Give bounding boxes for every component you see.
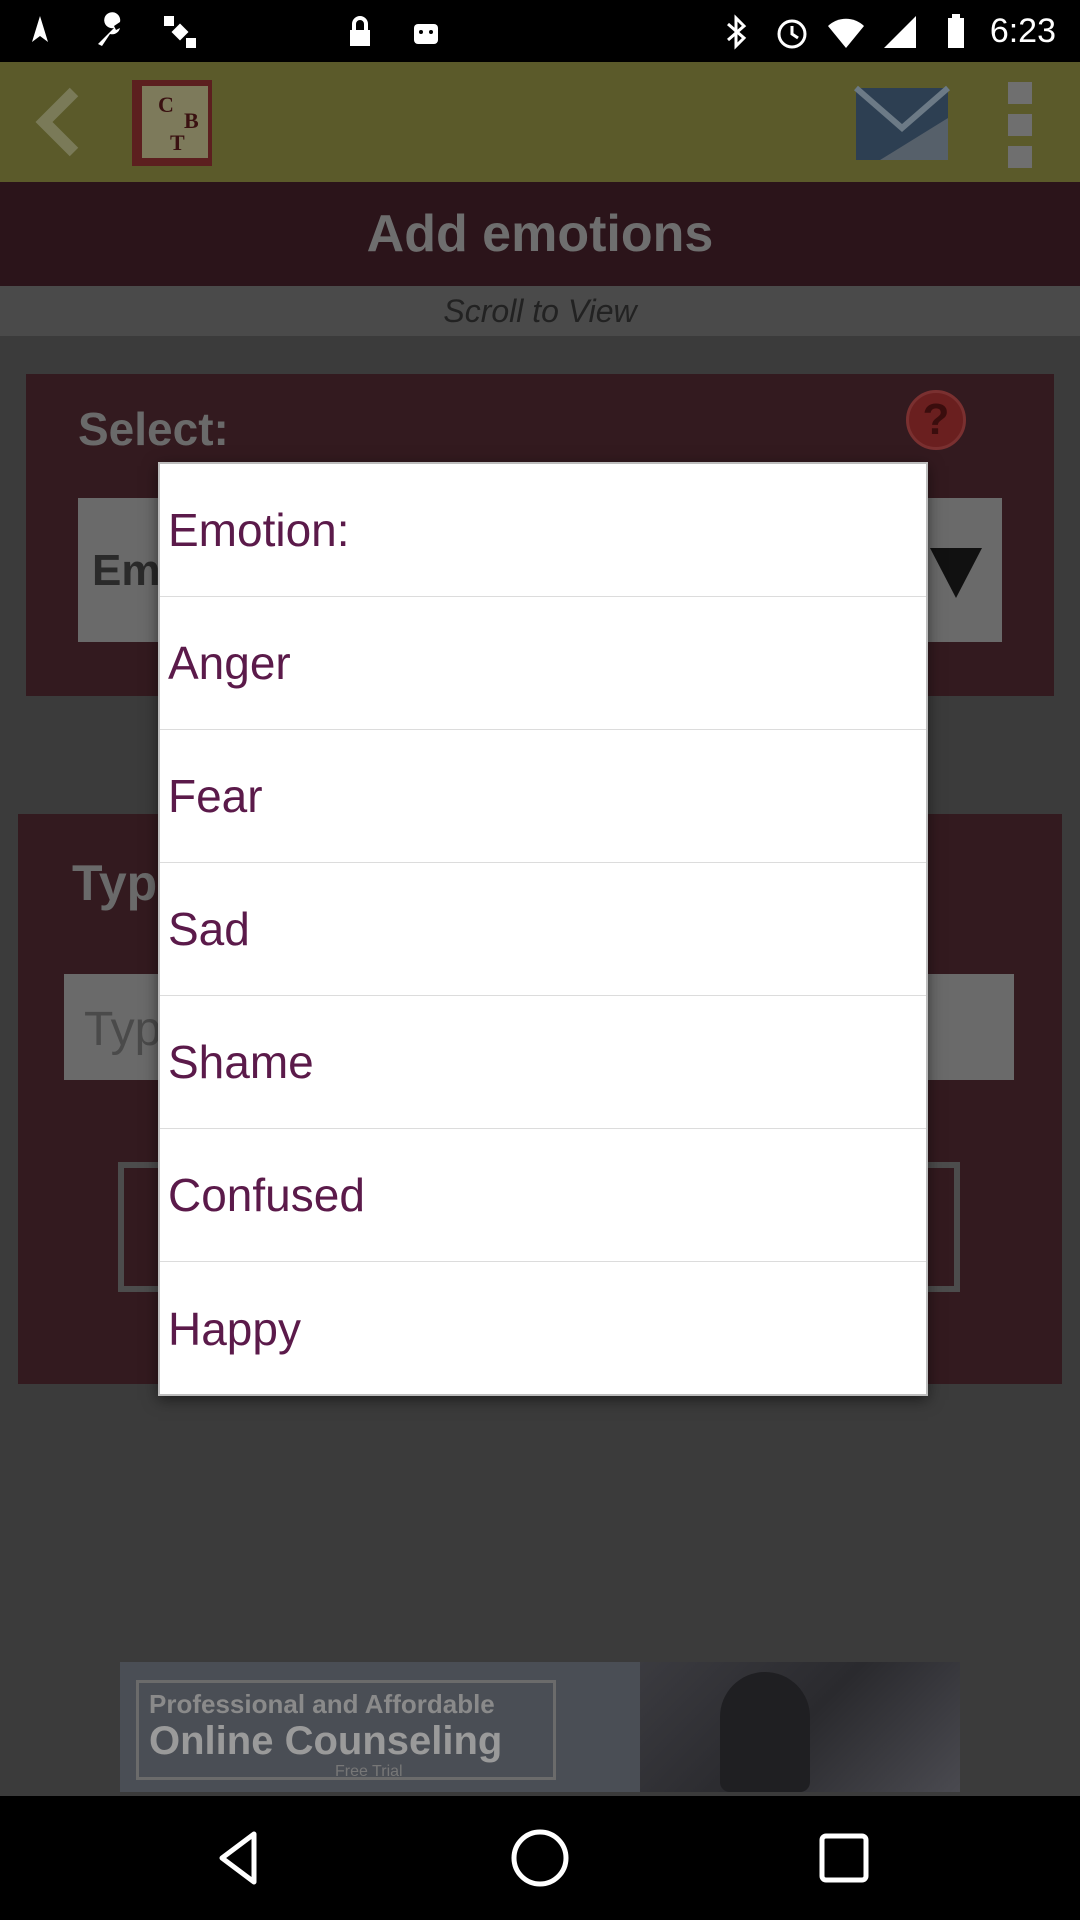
dialog-item-anger[interactable]: Anger bbox=[160, 597, 926, 730]
dialog-item-label: Fear bbox=[168, 770, 263, 822]
scroll-hint-band: Scroll to View bbox=[0, 286, 1080, 336]
type-input-placeholder: Typ bbox=[84, 1003, 162, 1056]
dialog-item-happy[interactable]: Happy bbox=[160, 1262, 926, 1395]
ad-person-image bbox=[720, 1672, 810, 1792]
wifi-icon bbox=[826, 12, 866, 52]
dialog-item-emotion[interactable]: Emotion: bbox=[160, 464, 926, 597]
help-icon[interactable]: ? bbox=[906, 390, 966, 450]
status-bar: 6:23 bbox=[0, 0, 1080, 62]
wrench-icon bbox=[90, 12, 130, 52]
ad-line1: Professional and Affordable bbox=[149, 1689, 495, 1719]
ad-text-box: Professional and Affordable Online Couns… bbox=[136, 1680, 556, 1780]
fake-gps-icon bbox=[20, 12, 60, 52]
svg-text:T: T bbox=[170, 130, 185, 155]
page-title: Add emotions bbox=[366, 205, 714, 263]
back-arrow-icon[interactable] bbox=[30, 82, 90, 162]
dialog-item-label: Anger bbox=[168, 637, 291, 689]
dialog-item-label: Emotion: bbox=[168, 504, 350, 556]
lock-icon bbox=[340, 12, 380, 52]
signal-icon bbox=[880, 12, 920, 52]
ad-line3: Free Trial bbox=[335, 1763, 403, 1780]
dropdown-arrow-icon bbox=[930, 548, 982, 598]
dialog-item-label: Happy bbox=[168, 1302, 301, 1355]
scroll-hint: Scroll to View bbox=[443, 292, 637, 329]
battery-icon bbox=[936, 12, 976, 52]
satellite-icon bbox=[160, 12, 200, 52]
type-label: Typ bbox=[72, 855, 158, 911]
ad-banner[interactable]: Professional and Affordable Online Couns… bbox=[120, 1662, 960, 1792]
svg-text:C: C bbox=[158, 92, 174, 117]
select-label: Select: bbox=[78, 403, 229, 455]
bluetooth-icon bbox=[716, 12, 756, 52]
dialog-item-label: Sad bbox=[168, 903, 250, 955]
action-bar: C B T bbox=[0, 62, 1080, 182]
svg-text:B: B bbox=[184, 108, 199, 133]
dialog-item-confused[interactable]: Confused bbox=[160, 1129, 926, 1262]
dialog-item-shame[interactable]: Shame bbox=[160, 996, 926, 1129]
android-icon bbox=[406, 12, 446, 52]
nav-back-icon[interactable] bbox=[200, 1818, 280, 1898]
nav-home-icon[interactable] bbox=[500, 1818, 580, 1898]
dialog-item-sad[interactable]: Sad bbox=[160, 863, 926, 996]
nav-recents-icon[interactable] bbox=[804, 1818, 884, 1898]
dialog-item-label: Confused bbox=[168, 1169, 365, 1221]
dialog-item-fear[interactable]: Fear bbox=[160, 730, 926, 863]
overflow-menu-icon[interactable] bbox=[1000, 80, 1040, 170]
dropdown-value: Em bbox=[92, 546, 161, 595]
mail-icon[interactable] bbox=[850, 80, 960, 170]
dialog-item-label: Shame bbox=[168, 1036, 314, 1088]
navigation-bar bbox=[0, 1796, 1080, 1920]
alarm-icon bbox=[772, 12, 812, 52]
status-time: 6:23 bbox=[989, 12, 1056, 50]
cbt-book-logo: C B T bbox=[128, 76, 228, 172]
emotion-picker-dialog: Emotion: Anger Fear Sad Shame Confused H… bbox=[158, 462, 928, 1396]
ad-line2: Online Counseling bbox=[149, 1719, 503, 1763]
page-title-band: Add emotions bbox=[0, 182, 1080, 286]
